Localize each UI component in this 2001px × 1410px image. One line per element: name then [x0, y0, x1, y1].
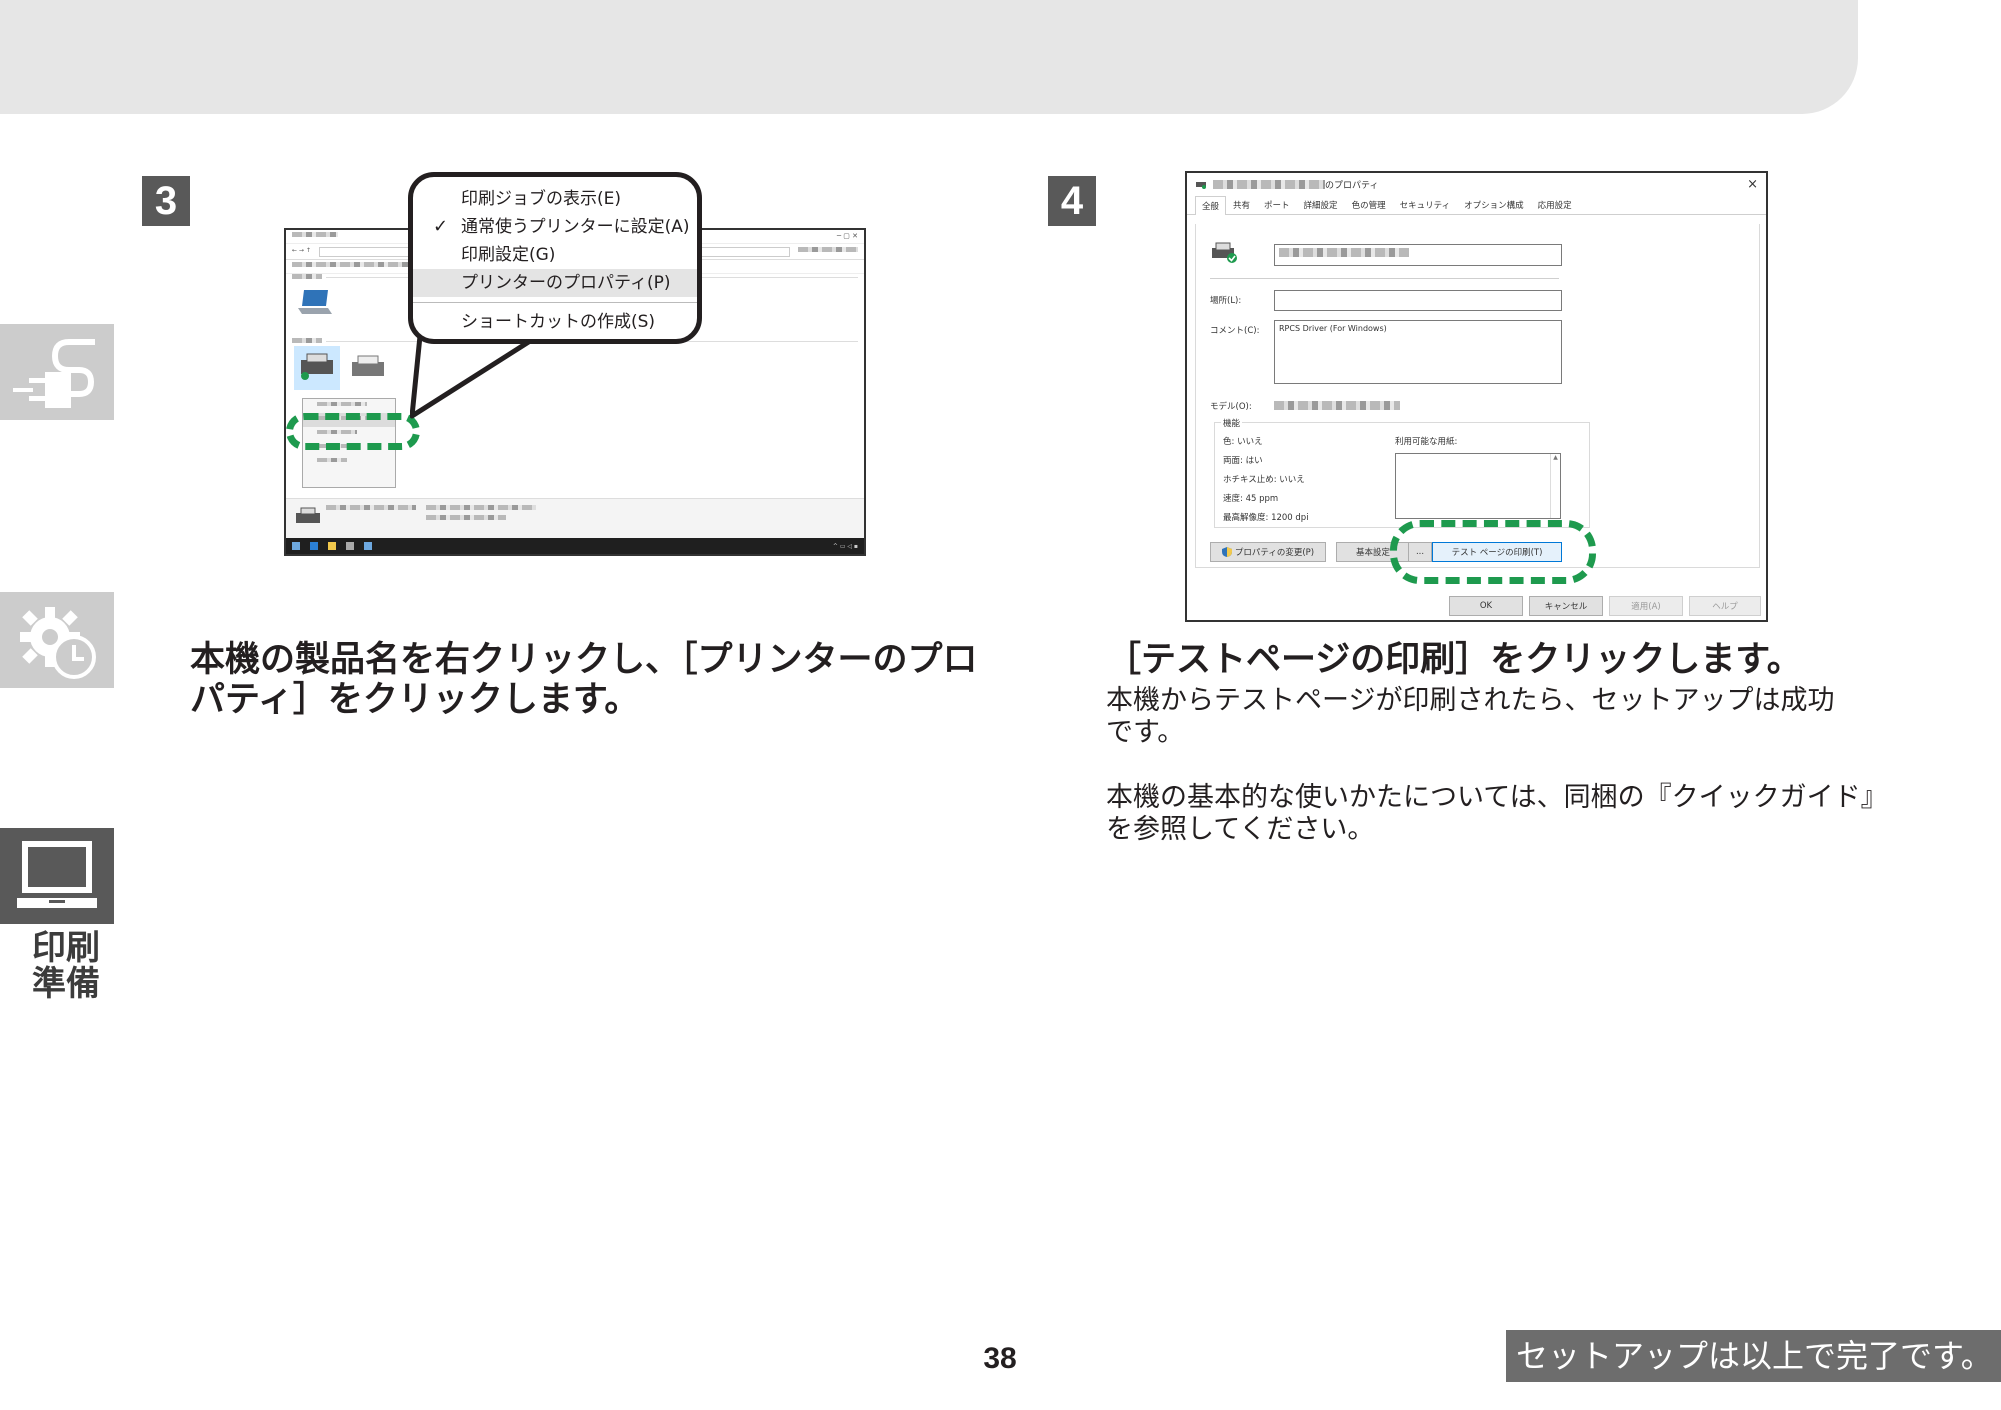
menu-separator	[413, 302, 697, 303]
model-value-blurred	[1274, 401, 1400, 410]
shield-icon	[1221, 547, 1232, 557]
gear-clock-icon	[20, 607, 96, 679]
page-number: 38	[983, 1342, 1017, 1375]
tab-security[interactable]: セキュリティ	[1393, 195, 1458, 214]
sidebar-tab-print-setup[interactable]	[0, 828, 114, 924]
menu-item-create-shortcut[interactable]: ショートカットの作成(S)	[413, 308, 697, 336]
features-group-label: 機能	[1221, 417, 1243, 429]
highlight-test-page-button	[1390, 520, 1596, 584]
cancel-button[interactable]: キャンセル	[1529, 596, 1603, 616]
change-properties-label: プロパティの変更(P)	[1234, 548, 1315, 558]
feature-resolution: 最高解像度: 1200 dpi	[1223, 513, 1309, 523]
model-label: モデル(O):	[1210, 402, 1252, 412]
menu-item-set-default[interactable]: ✓ 通常使うプリンターに設定(A)	[413, 213, 697, 241]
available-paper-label: 利用可能な用紙:	[1395, 437, 1458, 447]
printer-large-icon	[1212, 242, 1237, 263]
tab-advanced[interactable]: 詳細設定	[1297, 195, 1345, 214]
step-4-body-1-line1: 本機からテストページが印刷されたら、セットアップは成功	[1106, 685, 1835, 716]
tab-general[interactable]: 全般	[1195, 196, 1227, 215]
menu-item-printing-preferences[interactable]: 印刷設定(G)	[413, 241, 697, 269]
help-button[interactable]: ヘルプ	[1689, 596, 1761, 616]
location-input[interactable]	[1274, 290, 1562, 311]
available-paper-list[interactable]: ▲	[1395, 453, 1561, 519]
step-3-caption: 本機の製品名を右クリックし、［プリンターのプロ パティ］をクリックします。	[190, 640, 980, 720]
highlight-printer-properties	[286, 413, 420, 450]
setup-complete-banner: セットアップは以上で完了です。	[1506, 1330, 2001, 1382]
step-3-caption-line1: 本機の製品名を右クリックし、［プリンターのプロ	[190, 640, 978, 680]
printer-status-icon	[296, 507, 320, 523]
dialog-titlebar: のプロパティ ×	[1187, 173, 1766, 195]
printer-name-field[interactable]	[1274, 244, 1562, 266]
printer-device-icon-2	[352, 355, 384, 376]
app-icon	[364, 542, 372, 550]
step-4-body-1-line2: です。	[1106, 717, 1185, 748]
tab-color-management[interactable]: 色の管理	[1345, 195, 1393, 214]
general-tab-panel: 場所(L): コメント(C): RPCS Driver (For Windows…	[1195, 224, 1760, 568]
tab-options[interactable]: オプション構成	[1457, 195, 1531, 214]
explorer-status-pane	[286, 498, 864, 538]
comment-label: コメント(C):	[1210, 326, 1260, 336]
sidebar-label-line1: 印刷	[32, 928, 100, 968]
step-4-caption: ［テストページの印刷］をクリックします。	[1106, 640, 1802, 680]
printer-small-icon	[1196, 182, 1206, 189]
laptop-icon	[17, 841, 97, 908]
step-3-badge: 3	[142, 176, 190, 226]
feature-color: 色: いいえ	[1223, 437, 1263, 447]
step-3-caption-line2: パティ］をクリックします。	[190, 680, 640, 720]
sidebar-tab-settings[interactable]	[0, 592, 114, 688]
selected-printer-tile[interactable]	[294, 346, 340, 390]
feature-speed: 速度: 45 ppm	[1223, 494, 1279, 504]
feature-duplex: 両面: はい	[1223, 456, 1263, 466]
step-4-body-2: 本機の基本的な使いかたについては、同梱の『クイックガイド』 を参照してください。	[1106, 782, 1896, 846]
printer-device-icon	[301, 353, 333, 380]
sidebar-label-line2: 準備	[32, 964, 100, 1004]
comment-input[interactable]: RPCS Driver (For Windows)	[1274, 320, 1562, 384]
dialog-title-suffix: のプロパティ	[1325, 180, 1379, 191]
step-4-body-2-line1: 本機の基本的な使いかたについては、同梱の『クイックガイド』	[1106, 782, 1888, 813]
step-4-badge: 4	[1048, 176, 1096, 226]
context-menu-callout: 印刷ジョブの表示(E) ✓ 通常使うプリンターに設定(A) 印刷設定(G) プリ…	[408, 172, 702, 344]
folder-icon	[328, 542, 336, 550]
step-4-body-1: 本機からテストページが印刷されたら、セットアップは成功 です。	[1106, 685, 1866, 749]
windows-taskbar: ^ ▭ ◁ ▪	[286, 538, 864, 554]
printers-section-label	[292, 338, 322, 345]
step-4-body-2-line2: を参照してください。	[1106, 814, 1375, 845]
power-plug-icon	[13, 339, 95, 408]
feature-staple: ホチキス止め: いいえ	[1223, 475, 1305, 485]
printer-name-blurred	[1213, 179, 1325, 189]
start-icon	[292, 542, 300, 550]
menu-item-printer-properties[interactable]: プリンターのプロパティ(P)	[413, 269, 697, 297]
tab-sharing[interactable]: 共有	[1226, 195, 1257, 214]
apply-button[interactable]: 適用(A)	[1609, 596, 1683, 616]
store-icon	[346, 542, 354, 550]
sidebar-label: 印刷 準備	[0, 930, 132, 1002]
ok-button[interactable]: OK	[1449, 596, 1523, 616]
change-properties-button[interactable]: プロパティの変更(P)	[1210, 542, 1326, 562]
edge-icon	[310, 542, 318, 550]
close-icon[interactable]: ×	[1747, 177, 1758, 192]
tab-ports[interactable]: ポート	[1257, 195, 1297, 214]
menu-item-set-default-label: 通常使うプリンターに設定(A)	[461, 217, 690, 237]
laptop-device-icon	[298, 290, 332, 314]
location-label: 場所(L):	[1210, 296, 1242, 306]
system-tray: ^ ▭ ◁ ▪	[832, 542, 858, 550]
menu-item-view-print-jobs[interactable]: 印刷ジョブの表示(E)	[413, 185, 697, 213]
sidebar-tab-connection[interactable]	[0, 324, 114, 420]
devices-section-label	[292, 274, 322, 281]
dialog-tabs: 全般 共有 ポート 詳細設定 色の管理 セキュリティ オプション構成 応用設定	[1187, 195, 1766, 215]
tab-applied-settings[interactable]: 応用設定	[1531, 195, 1579, 214]
header-band	[0, 0, 1858, 114]
features-group: 機能 色: いいえ 両面: はい ホチキス止め: いいえ 速度: 45 ppm …	[1214, 417, 1590, 528]
check-icon: ✓	[433, 216, 449, 237]
